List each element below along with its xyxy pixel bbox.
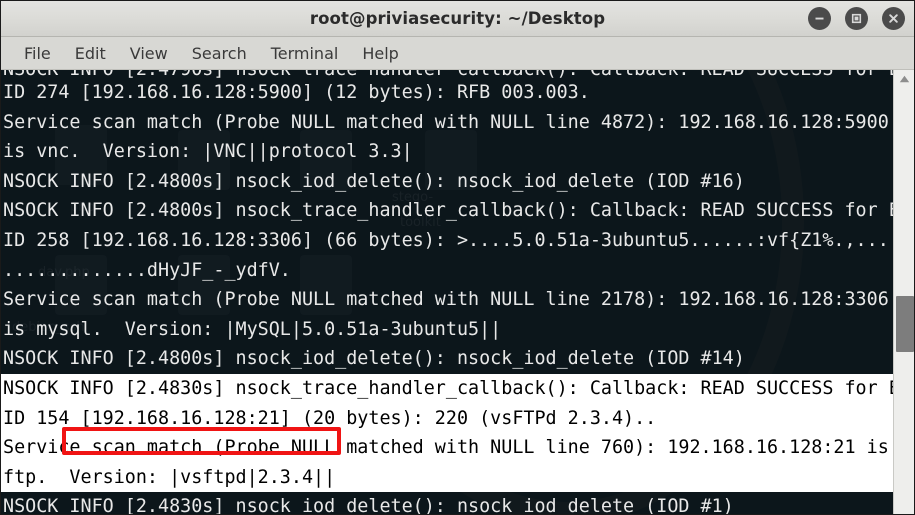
terminal-window: root@priviasecurity: ~/Desktop File Edit…	[0, 0, 915, 515]
terminal-line: NSOCK INFO [2.4800s] nsock_iod_delete():…	[3, 170, 745, 192]
menu-item-edit[interactable]: Edit	[63, 42, 118, 65]
menu-item-file[interactable]: File	[12, 42, 63, 65]
terminal-line: is mysql. Version: |MySQL|5.0.51a-3ubunt…	[3, 318, 502, 340]
terminal-line: .............dHyJF_-_ydfV.	[3, 259, 291, 281]
window-title: root@priviasecurity: ~/Desktop	[309, 8, 606, 28]
terminal-line: ID 258 [192.168.16.128:3306] (66 bytes):…	[3, 229, 893, 251]
terminal-line: ID 274 [192.168.16.128:5900] (12 bytes):…	[3, 82, 590, 103]
triangle-up-icon	[899, 75, 910, 82]
terminal-screen[interactable]: NSOCK INFO [2.4790s] nsock_trace_handler…	[0, 70, 893, 514]
maximize-button[interactable]	[845, 7, 868, 30]
minimize-icon	[815, 17, 824, 20]
terminal-line: NSOCK INFO [2.4800s] nsock_trace_handler…	[3, 200, 893, 222]
menu-item-help[interactable]: Help	[350, 42, 410, 65]
scrollbar-thumb[interactable]	[896, 296, 914, 352]
window-controls	[808, 0, 905, 37]
maximize-icon	[851, 13, 862, 24]
terminal-line: Service scan match (Probe NULL matched w…	[3, 289, 889, 311]
menu-bar: File Edit View Search Terminal Help	[0, 37, 915, 70]
terminal-scrollbar[interactable]	[893, 70, 915, 514]
menu-item-terminal[interactable]: Terminal	[259, 42, 351, 65]
minimize-button[interactable]	[808, 7, 831, 30]
menu-item-view[interactable]: View	[118, 42, 180, 65]
close-button[interactable]	[882, 7, 905, 30]
title-bar[interactable]: root@priviasecurity: ~/Desktop	[0, 0, 915, 37]
close-icon	[889, 14, 898, 23]
scrollbar-up-button[interactable]	[894, 70, 915, 87]
terminal-line: NSOCK INFO [2.4800s] nsock_iod_delete():…	[3, 348, 745, 370]
terminal-line: is vnc. Version: |VNC||protocol 3.3|	[3, 141, 413, 163]
terminal-line-selected: Service scan match (Probe NULL matched w…	[0, 433, 893, 463]
terminal-line: Service scan match (Probe NULL matched w…	[3, 111, 889, 133]
terminal-line-clipped: NSOCK INFO [2.4790s] nsock_trace_handler…	[0, 70, 893, 78]
terminal-body[interactable]: stego- toolkit dav.php php debian_ssh ss…	[0, 70, 915, 514]
terminal-line-selected: NSOCK INFO [2.4830s] nsock_trace_handler…	[0, 373, 893, 404]
terminal-line: NSOCK INFO [2.4830s] nsock_iod_delete():…	[3, 496, 734, 514]
terminal-line-selected: ftp. Version: |vsftpd|2.3.4||	[0, 462, 893, 493]
menu-item-search[interactable]: Search	[180, 42, 259, 65]
terminal-line-selected: ID 154 [192.168.16.128:21] (20 bytes): 2…	[0, 403, 893, 434]
